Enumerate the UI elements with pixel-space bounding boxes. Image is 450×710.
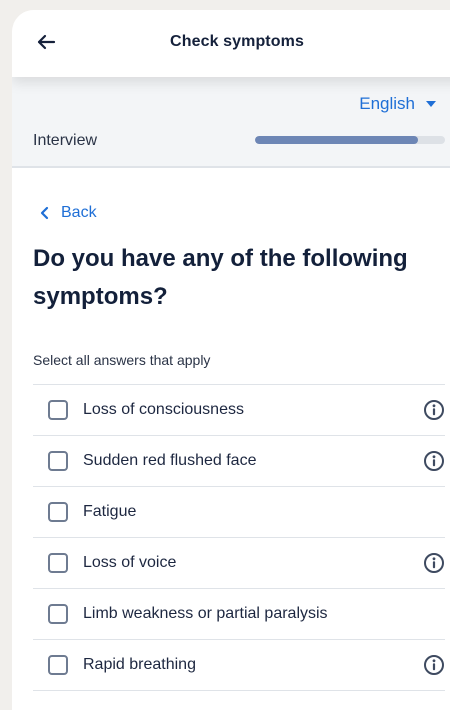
header-bar: Check symptoms: [12, 10, 450, 77]
symptom-label: Loss of consciousness: [83, 401, 244, 418]
back-link[interactable]: Back: [39, 204, 97, 222]
info-icon[interactable]: [423, 399, 445, 421]
app-card: Check symptoms English Interview Back Do…: [12, 10, 450, 710]
symptom-checkbox[interactable]: [48, 604, 68, 624]
info-icon[interactable]: [423, 552, 445, 574]
symptom-label: Loss of voice: [83, 554, 177, 571]
chevron-left-icon: [40, 206, 49, 220]
symptom-option[interactable]: Limb weakness or partial paralysis: [33, 589, 445, 640]
symptom-option[interactable]: Fatigue: [33, 487, 445, 538]
caret-down-icon: [426, 101, 436, 107]
progress-fill: [255, 136, 419, 144]
language-label: English: [359, 94, 415, 113]
symptom-option[interactable]: Loss of consciousness: [33, 385, 445, 436]
progress-bar: [255, 136, 445, 144]
symptom-checkbox[interactable]: [48, 451, 68, 471]
options-list: Loss of consciousness Sudden red flushed …: [33, 384, 445, 691]
info-icon[interactable]: [423, 654, 445, 676]
symptom-checkbox[interactable]: [48, 553, 68, 573]
back-link-label: Back: [61, 204, 97, 221]
symptom-checkbox[interactable]: [48, 502, 68, 522]
symptom-checkbox[interactable]: [48, 400, 68, 420]
symptom-label: Fatigue: [83, 503, 137, 520]
interview-bar: English Interview: [12, 77, 450, 168]
language-select[interactable]: English: [359, 94, 436, 114]
page-title: Check symptoms: [170, 33, 304, 50]
symptom-label: Rapid breathing: [83, 656, 196, 673]
instruction-text: Select all answers that apply: [33, 352, 211, 368]
symptom-label: Sudden red flushed face: [83, 452, 257, 469]
question-title: Do you have any of the following symptom…: [33, 245, 408, 310]
symptom-option[interactable]: Loss of voice: [33, 538, 445, 589]
symptom-option[interactable]: Rapid breathing: [33, 640, 445, 691]
symptom-label: Limb weakness or partial paralysis: [83, 605, 328, 622]
symptom-checkbox[interactable]: [48, 655, 68, 675]
symptom-option[interactable]: Sudden red flushed face: [33, 436, 445, 487]
info-icon[interactable]: [423, 450, 445, 472]
interview-label: Interview: [33, 132, 98, 149]
